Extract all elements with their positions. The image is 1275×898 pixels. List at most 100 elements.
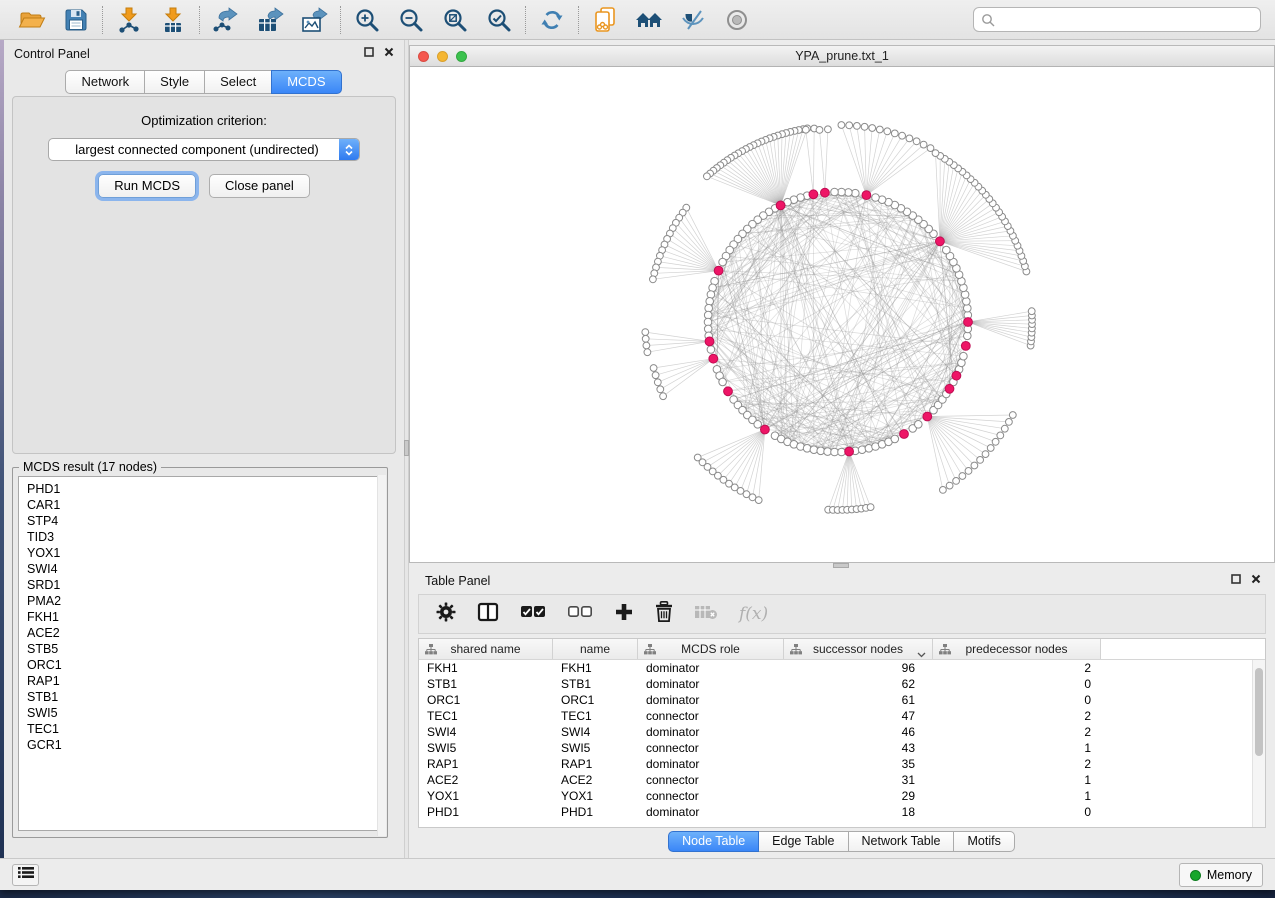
open-file-button[interactable] (15, 4, 49, 36)
memory-button[interactable]: Memory (1179, 863, 1263, 887)
tab-network-table[interactable]: Network Table (848, 831, 955, 852)
close-window-icon[interactable] (418, 51, 429, 62)
show-columns-button[interactable] (477, 602, 499, 627)
mcds-result-group: MCDS result (17 nodes) PHD1CAR1STP4TID3Y… (12, 460, 388, 838)
toolbar-separator (199, 6, 200, 34)
close-panel-icon[interactable] (1251, 574, 1261, 584)
tab-network[interactable]: Network (65, 70, 145, 94)
cell: 0 (933, 676, 1101, 692)
mcds-result-item[interactable]: STP4 (27, 513, 381, 529)
table-scrollbar[interactable] (1252, 660, 1265, 827)
control-panel: Control Panel NetworkStyleSelectMCDS Opt… (4, 40, 404, 858)
zoom-fit-button[interactable] (438, 4, 472, 36)
float-panel-icon[interactable] (364, 47, 374, 57)
delete-table-button-disabled (694, 604, 718, 625)
column-header-name[interactable]: name (553, 639, 638, 659)
mcds-result-item[interactable]: PHD1 (27, 481, 381, 497)
status-menu-button[interactable] (12, 864, 39, 886)
run-mcds-button[interactable]: Run MCDS (98, 174, 196, 198)
table-row-yox1[interactable]: YOX1YOX1connector291 (419, 788, 1265, 804)
tab-edge-table[interactable]: Edge Table (758, 831, 848, 852)
open-folder-icon (18, 8, 46, 32)
select-all-button[interactable] (520, 605, 546, 624)
add-column-button[interactable] (614, 602, 634, 627)
table-settings-button[interactable] (436, 602, 456, 627)
share-document-button[interactable] (588, 4, 622, 36)
mcds-result-item[interactable]: ACE2 (27, 625, 381, 641)
table-row-phd1[interactable]: PHD1PHD1dominator180 (419, 804, 1265, 820)
table-panel-title: Table Panel (425, 574, 490, 588)
table-row-ace2[interactable]: ACE2ACE2connector311 (419, 772, 1265, 788)
cell: dominator (638, 660, 784, 676)
zoom-selected-button[interactable] (482, 4, 516, 36)
mcds-result-list[interactable]: PHD1CAR1STP4TID3YOX1SWI4SRD1PMA2FKH1ACE2… (18, 476, 382, 831)
mcds-result-item[interactable]: ORC1 (27, 657, 381, 673)
cell: 0 (933, 692, 1101, 708)
column-header-successor-nodes[interactable]: successor nodes (784, 639, 933, 659)
window-traffic-lights (418, 51, 467, 62)
optimization-criterion-select[interactable]: largest connected component (undirected) (48, 138, 360, 161)
import-table-button[interactable] (156, 4, 190, 36)
table-row-swi5[interactable]: SWI5SWI5connector431 (419, 740, 1265, 756)
mcds-result-item[interactable]: STB1 (27, 689, 381, 705)
column-label: name (580, 642, 610, 656)
close-panel-icon[interactable] (384, 47, 394, 57)
mcds-result-item[interactable]: SWI4 (27, 561, 381, 577)
tab-style[interactable]: Style (144, 70, 205, 94)
mcds-result-item[interactable]: SRD1 (27, 577, 381, 593)
mcds-result-item[interactable]: STB5 (27, 641, 381, 657)
zoom-in-button[interactable] (350, 4, 384, 36)
table-row-stb1[interactable]: STB1STB1dominator620 (419, 676, 1265, 692)
save-session-button[interactable] (59, 4, 93, 36)
mcds-result-item[interactable]: FKH1 (27, 609, 381, 625)
tab-mcds[interactable]: MCDS (271, 70, 341, 94)
hide-details-button[interactable] (676, 4, 710, 36)
table-row-swi4[interactable]: SWI4SWI4dominator462 (419, 724, 1265, 740)
tab-motifs[interactable]: Motifs (953, 831, 1014, 852)
table-row-tec1[interactable]: TEC1TEC1connector472 (419, 708, 1265, 724)
table-row-orc1[interactable]: ORC1ORC1dominator610 (419, 692, 1265, 708)
mcds-result-item[interactable]: SWI5 (27, 705, 381, 721)
network-canvas[interactable] (410, 67, 1274, 562)
mcds-result-item[interactable]: GCR1 (27, 737, 381, 753)
network-graph[interactable] (410, 67, 1274, 562)
save-floppy-icon (63, 7, 89, 33)
zoom-out-button[interactable] (394, 4, 428, 36)
mcds-result-item[interactable]: YOX1 (27, 545, 381, 561)
minimize-window-icon[interactable] (437, 51, 448, 62)
close-panel-button[interactable]: Close panel (209, 174, 310, 198)
mcds-result-item[interactable]: PMA2 (27, 593, 381, 609)
show-eye-button[interactable] (720, 4, 754, 36)
search-input[interactable] (973, 7, 1261, 32)
tab-select[interactable]: Select (204, 70, 272, 94)
mcds-result-item[interactable]: CAR1 (27, 497, 381, 513)
mcds-list-scrollbar[interactable] (377, 475, 386, 836)
cell: 47 (784, 708, 933, 724)
cell: YOX1 (553, 788, 638, 804)
column-header-shared-name[interactable]: shared name (419, 639, 553, 659)
maximize-window-icon[interactable] (456, 51, 467, 62)
export-image-button[interactable] (297, 4, 331, 36)
cell: ACE2 (553, 772, 638, 788)
float-panel-icon[interactable] (1231, 574, 1241, 584)
mcds-result-item[interactable]: TID3 (27, 529, 381, 545)
export-network-button[interactable] (209, 4, 243, 36)
delete-column-button[interactable] (655, 601, 673, 627)
mcds-result-item[interactable]: TEC1 (27, 721, 381, 737)
export-table-button[interactable] (253, 4, 287, 36)
import-network-button[interactable] (112, 4, 146, 36)
nested-networks-button[interactable] (632, 4, 666, 36)
column-header-mcds-role[interactable]: MCDS role (638, 639, 784, 659)
scrollbar-thumb[interactable] (1255, 668, 1263, 756)
table-row-fkh1[interactable]: FKH1FKH1dominator962 (419, 660, 1265, 676)
column-header-predecessor-nodes[interactable]: predecessor nodes (933, 639, 1101, 659)
application-window: Control Panel NetworkStyleSelectMCDS Opt… (0, 0, 1275, 890)
table-body: FKH1FKH1dominator962STB1STB1dominator620… (419, 660, 1265, 820)
refresh-button[interactable] (535, 4, 569, 36)
tab-node-table[interactable]: Node Table (668, 831, 759, 852)
mcds-result-item[interactable]: RAP1 (27, 673, 381, 689)
cell: FKH1 (419, 660, 553, 676)
deselect-all-button[interactable] (567, 605, 593, 624)
table-row-rap1[interactable]: RAP1RAP1dominator352 (419, 756, 1265, 772)
plus-icon (614, 602, 634, 627)
